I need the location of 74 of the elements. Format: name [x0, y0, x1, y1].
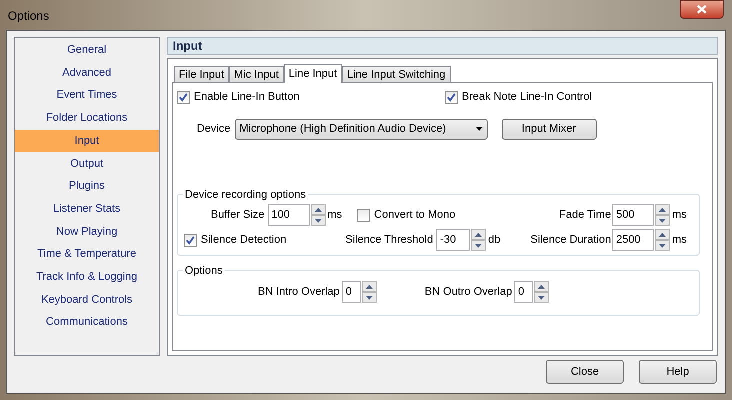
outro-overlap-label: BN Outro Overlap [424, 284, 512, 300]
check-icon [186, 236, 195, 244]
close-icon [697, 5, 707, 14]
down-arrow-icon [659, 218, 666, 222]
check-icon [447, 92, 456, 102]
sidebar-item[interactable]: Advanced [15, 62, 159, 84]
silence-duration-label: Silence Duration [530, 232, 612, 248]
spinner[interactable] [310, 204, 326, 226]
sidebar-item[interactable]: Listener Stats [15, 198, 159, 220]
checkbox[interactable] [445, 90, 458, 104]
sidebar-item[interactable]: Track Info & Logging [15, 266, 159, 289]
checkbox-label: Convert to Mono [374, 208, 456, 223]
number-field[interactable]: -30 [436, 229, 470, 251]
up-arrow-icon [538, 284, 546, 288]
number-field[interactable]: 2500 [612, 229, 654, 251]
tab[interactable]: Mic Input [229, 66, 284, 82]
number-field[interactable]: 100 [268, 204, 310, 226]
sidebar-item[interactable]: Now Playing [15, 220, 159, 244]
sidebar-item[interactable]: Keyboard Controls [15, 288, 159, 312]
spinner[interactable] [362, 281, 377, 303]
number-field[interactable]: 0 [514, 281, 534, 303]
sidebar-item[interactable]: Communications [15, 311, 159, 334]
down-arrow-icon [366, 296, 373, 300]
close-button[interactable] [680, 0, 724, 19]
sidebar-item[interactable]: General [15, 39, 159, 62]
number-field[interactable]: 500 [612, 204, 654, 226]
device-label: Device [197, 122, 231, 137]
down-arrow-icon [314, 218, 322, 222]
buffer-size-label: Buffer Size [211, 208, 265, 223]
number-field[interactable]: 0 [342, 281, 361, 303]
dropdown-arrow-icon [476, 127, 483, 131]
dialog-button[interactable]: Close [546, 360, 624, 384]
up-arrow-icon [659, 232, 666, 236]
checkbox[interactable] [357, 208, 370, 222]
sidebar-item[interactable]: Event Times [15, 84, 159, 108]
unit-label: ms [672, 208, 687, 223]
spinner[interactable] [655, 204, 670, 226]
sidebar-item[interactable]: Plugins [15, 175, 159, 198]
up-arrow-icon [314, 208, 322, 212]
intro-overlap-label: BN Intro Overlap [258, 284, 340, 300]
down-arrow-icon [538, 296, 546, 300]
spinner[interactable] [655, 229, 670, 251]
checkbox[interactable] [184, 234, 197, 246]
check-icon [179, 92, 188, 102]
dialog-button[interactable]: Help [639, 360, 717, 384]
checkbox-label: Enable Line-In Button [194, 90, 300, 105]
up-arrow-icon [366, 284, 373, 288]
tab[interactable]: File Input [174, 66, 230, 82]
device-dropdown[interactable]: Microphone (High Definition Audio Device) [234, 118, 488, 140]
tab[interactable]: Line Input Switching [342, 66, 451, 82]
group-title: Device recording options [183, 187, 308, 204]
spinner[interactable] [471, 229, 486, 251]
silence-threshold-label: Silence Threshold [346, 232, 434, 248]
checkbox-label: Break Note Line-In Control [462, 90, 592, 105]
spinner[interactable] [534, 281, 550, 303]
up-arrow-icon [475, 232, 482, 236]
window-title: Options [7, 8, 50, 25]
sidebar-item[interactable]: Input [15, 130, 159, 152]
input-mixer-button[interactable]: Input Mixer [502, 118, 597, 140]
unit-label: ms [328, 208, 342, 223]
unit-label: ms [672, 232, 687, 248]
section-header: Input [167, 37, 718, 55]
sidebar-item[interactable]: Output [15, 152, 159, 176]
sidebar-item[interactable]: Folder Locations [15, 107, 159, 130]
down-arrow-icon [475, 244, 482, 248]
checkbox-label: Silence Detection [201, 232, 287, 248]
down-arrow-icon [659, 244, 666, 248]
checkbox[interactable] [177, 90, 190, 104]
up-arrow-icon [659, 208, 666, 212]
unit-label: db [488, 232, 501, 248]
tab[interactable]: Line Input [284, 64, 342, 83]
group-title: Options [183, 263, 225, 280]
fade-time-label: Fade Time [559, 208, 612, 223]
sidebar-item[interactable]: Time & Temperature [15, 243, 159, 266]
